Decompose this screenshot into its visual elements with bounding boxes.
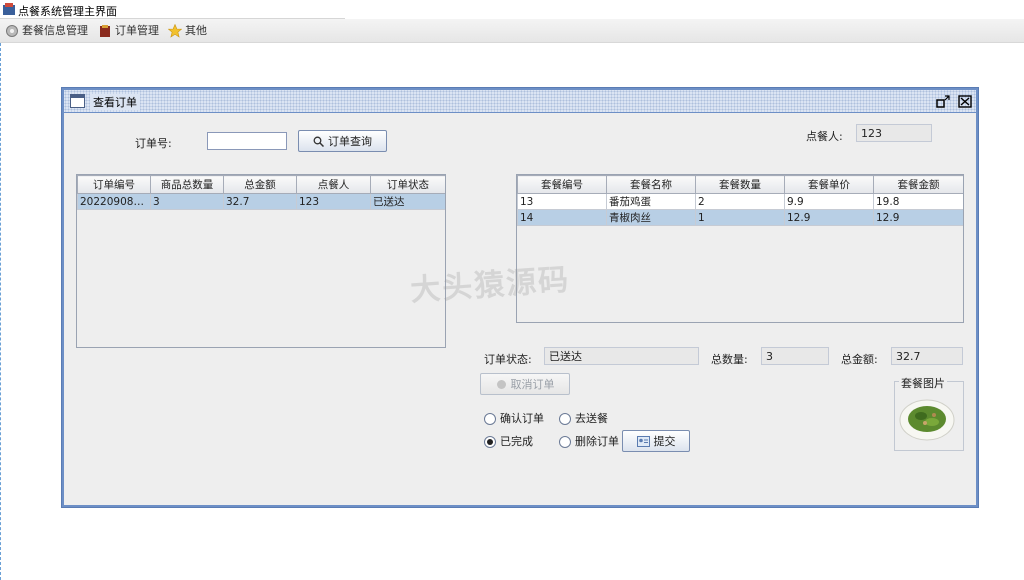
table-cell: 14	[517, 209, 607, 226]
table-row[interactable]: 14 青椒肉丝 1 12.9 12.9	[517, 209, 963, 226]
radio-label: 已完成	[500, 435, 533, 448]
items-table-panel[interactable]: 套餐编号 套餐名称 套餐数量 套餐单价 套餐金额 13 番茄鸡蛋 2 9.9 1…	[516, 174, 964, 323]
menu-label: 套餐信息管理	[22, 24, 88, 37]
table-row[interactable]: 2022090812... 3 32.7 123 已送达	[77, 193, 445, 210]
table-cell: 3	[150, 193, 224, 210]
menu-package-info[interactable]: 套餐信息管理	[5, 23, 88, 39]
column-header[interactable]: 套餐金额	[873, 175, 963, 194]
table-cell: 12.9	[784, 209, 874, 226]
table-cell: 13	[517, 193, 607, 210]
table-cell: 19.8	[873, 193, 963, 210]
window-title-bar: 点餐系统管理主界面	[0, 0, 345, 19]
radio-dot	[484, 413, 496, 425]
radio-dot	[559, 436, 571, 448]
table-cell: 已送达	[370, 193, 445, 210]
order-query-label: 订单查询	[328, 135, 372, 148]
column-header[interactable]: 套餐编号	[517, 175, 607, 194]
order-no-label: 订单号:	[135, 137, 172, 150]
menu-bar: 套餐信息管理 订单管理 其他	[0, 19, 1024, 43]
radio-confirm-order[interactable]: 确认订单	[484, 412, 544, 426]
menu-label: 订单管理	[115, 24, 159, 37]
frame-body: 订单号: 订单查询 点餐人: 123 订单编号 商品总数量 总金额 点餐人 订单…	[64, 113, 976, 505]
total-qty-label: 总数量:	[711, 353, 748, 366]
frame-title-bar[interactable]: 查看订单	[64, 90, 976, 112]
table-row[interactable]: 13 番茄鸡蛋 2 9.9 19.8	[517, 193, 963, 210]
radio-label: 确认订单	[500, 412, 544, 425]
package-image-caption: 套餐图片	[899, 375, 947, 391]
total-amount-field: 32.7	[891, 347, 963, 365]
orders-table-header: 订单编号 商品总数量 总金额 点餐人 订单状态	[77, 175, 445, 194]
items-table: 套餐编号 套餐名称 套餐数量 套餐单价 套餐金额 13 番茄鸡蛋 2 9.9 1…	[517, 175, 963, 226]
window-title: 点餐系统管理主界面	[18, 5, 117, 18]
star-icon	[168, 24, 182, 38]
column-header[interactable]: 总金额	[223, 175, 297, 194]
customer-label: 点餐人:	[806, 130, 843, 143]
column-header[interactable]: 套餐数量	[695, 175, 785, 194]
order-query-button[interactable]: 订单查询	[298, 130, 387, 152]
package-image-group: 套餐图片	[894, 375, 964, 451]
order-no-input[interactable]	[207, 132, 287, 150]
radio-deliver[interactable]: 去送餐	[559, 412, 608, 426]
table-cell: 番茄鸡蛋	[606, 193, 696, 210]
close-icon[interactable]	[958, 95, 972, 108]
column-header[interactable]: 订单编号	[77, 175, 151, 194]
table-cell: 123	[296, 193, 371, 210]
order-status-label: 订单状态:	[484, 353, 532, 366]
cancel-order-label: 取消订单	[510, 378, 555, 391]
column-header[interactable]: 订单状态	[370, 175, 445, 194]
menu-order-management[interactable]: 订单管理	[98, 23, 159, 39]
column-header[interactable]: 套餐单价	[784, 175, 874, 194]
dish-image	[899, 399, 955, 441]
frame-window-icon	[70, 94, 85, 108]
column-header[interactable]: 商品总数量	[150, 175, 224, 194]
submit-button[interactable]: 提交	[622, 430, 690, 452]
radio-label: 去送餐	[575, 412, 608, 425]
orders-table-panel[interactable]: 订单编号 商品总数量 总金额 点餐人 订单状态 2022090812... 3 …	[76, 174, 446, 348]
column-header[interactable]: 套餐名称	[606, 175, 696, 194]
table-cell: 1	[695, 209, 785, 226]
restore-icon[interactable]	[936, 95, 950, 108]
table-cell: 2	[695, 193, 785, 210]
customer-field: 123	[856, 124, 932, 142]
total-amount-label: 总金额:	[841, 353, 878, 366]
desktop-pane-edge	[0, 43, 1, 580]
radio-dot	[559, 413, 571, 425]
radio-dot-selected	[484, 436, 496, 448]
radio-delete-order[interactable]: 删除订单	[559, 435, 619, 449]
table-cell: 2022090812...	[77, 193, 151, 210]
table-cell: 32.7	[223, 193, 297, 210]
radio-completed[interactable]: 已完成	[484, 435, 533, 449]
clipboard-icon	[100, 25, 110, 37]
submit-label: 提交	[653, 435, 676, 448]
app-icon	[3, 3, 15, 15]
table-cell: 青椒肉丝	[606, 209, 696, 226]
cancel-icon	[496, 380, 506, 389]
column-header[interactable]: 点餐人	[296, 175, 371, 194]
menu-other[interactable]: 其他	[168, 23, 207, 39]
items-table-header: 套餐编号 套餐名称 套餐数量 套餐单价 套餐金额	[517, 175, 963, 194]
order-status-field: 已送达	[544, 347, 699, 365]
id-card-icon	[636, 436, 650, 447]
table-cell: 12.9	[873, 209, 963, 226]
gear-icon	[6, 25, 18, 37]
menu-label: 其他	[185, 24, 207, 37]
cancel-order-button[interactable]: 取消订单	[480, 373, 570, 395]
radio-label: 删除订单	[575, 435, 619, 448]
orders-table: 订单编号 商品总数量 总金额 点餐人 订单状态 2022090812... 3 …	[77, 175, 445, 210]
total-qty-field: 3	[761, 347, 829, 365]
table-cell: 9.9	[784, 193, 874, 210]
search-icon	[313, 136, 325, 148]
frame-title: 查看订单	[90, 94, 140, 110]
